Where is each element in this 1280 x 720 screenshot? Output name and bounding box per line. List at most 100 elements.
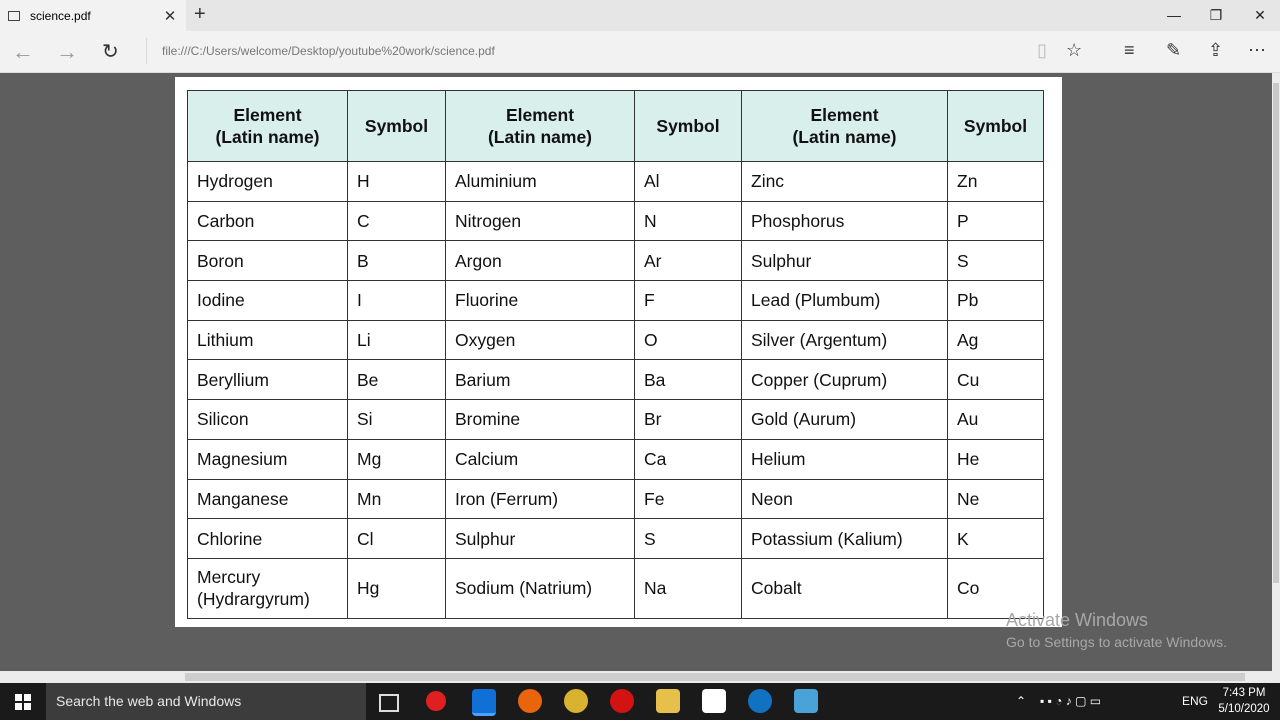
- refresh-icon[interactable]: ↻: [102, 39, 119, 64]
- hp-icon[interactable]: [748, 689, 772, 713]
- symbol-cell: Br: [634, 399, 742, 440]
- element-name-cell: Argon: [445, 240, 635, 282]
- symbol-cell: Au: [947, 399, 1044, 440]
- symbol-cell: Al: [634, 161, 742, 202]
- element-name-cell: Lead (Plumbum): [741, 280, 948, 321]
- symbol-cell: I: [347, 280, 446, 321]
- symbol-cell: Ag: [947, 319, 1044, 361]
- element-name-cell: Lithium: [187, 319, 348, 361]
- symbol-cell: B: [347, 240, 446, 282]
- table-row: Mercury (Hydrargyrum) Hg Sodium (Natrium) N…: [187, 557, 1044, 619]
- symbol-cell: S: [947, 240, 1044, 282]
- file-explorer-icon[interactable]: [656, 689, 680, 713]
- symbol-cell: Be: [347, 359, 446, 401]
- symbol-cell: Ne: [947, 478, 1044, 520]
- element-name-cell: Aluminium: [445, 161, 635, 202]
- element-name-cell: Silver (Argentum): [741, 319, 948, 361]
- taskbar-search-box[interactable]: Search the web and Windows: [46, 683, 366, 720]
- close-tab-icon[interactable]: ✕: [160, 7, 180, 25]
- windows-logo-icon: [15, 693, 31, 710]
- symbol-cell: Hg: [347, 557, 446, 619]
- symbol-cell: S: [634, 518, 742, 559]
- element-name-cell: Iodine: [187, 280, 348, 321]
- vertical-scroll-thumb[interactable]: [1273, 83, 1279, 583]
- element-name-cell: Magnesium: [187, 438, 348, 480]
- symbol-cell: Ar: [634, 240, 742, 282]
- hub-icon[interactable]: ≡: [1124, 40, 1135, 61]
- element-name-cell: Oxygen: [445, 319, 635, 361]
- symbol-cell: F: [634, 280, 742, 321]
- horizontal-scroll-thumb[interactable]: [185, 673, 1245, 681]
- symbol-cell: H: [347, 161, 446, 202]
- maximize-button[interactable]: ❐: [1194, 0, 1238, 31]
- symbol-cell: N: [634, 200, 742, 242]
- pdf-viewer: Element (Latin name) Symbol Element (Latin…: [0, 73, 1272, 671]
- start-button[interactable]: [0, 683, 46, 720]
- vertical-scrollbar[interactable]: [1272, 73, 1280, 671]
- close-window-button[interactable]: ✕: [1238, 0, 1280, 31]
- tray-app-icons[interactable]: ▪ ▪ ◔ ♪ ▢ ▭: [1040, 683, 1101, 720]
- new-tab-button[interactable]: +: [194, 3, 206, 26]
- vlc-icon[interactable]: [564, 689, 588, 713]
- symbol-cell: Na: [634, 557, 742, 619]
- clock-date: 5/10/2020: [1218, 703, 1270, 715]
- more-icon[interactable]: ⋯: [1248, 40, 1266, 61]
- element-name-cell: Nitrogen: [445, 200, 635, 242]
- back-icon[interactable]: ←: [12, 39, 34, 65]
- forward-icon[interactable]: →: [56, 39, 78, 65]
- edge-icon[interactable]: [472, 689, 496, 716]
- element-name-cell: Phosphorus: [741, 200, 948, 242]
- symbol-header: Symbol: [947, 90, 1044, 162]
- element-name-cell: Potassium (Kalium): [741, 518, 948, 559]
- symbol-cell: K: [947, 518, 1044, 559]
- table-row: Manganese Mn Iron (Ferrum) Fe Neon Ne: [187, 478, 1044, 520]
- url-field[interactable]: file:///C:/Users/welcome/Desktop/youtube…: [146, 38, 495, 64]
- element-name-cell: Hydrogen: [187, 161, 348, 202]
- table-row: Lithium Li Oxygen O Silver (Argentum) Ag: [187, 319, 1044, 361]
- symbol-header: Symbol: [347, 90, 446, 162]
- activate-windows-title: Activate Windows: [1006, 610, 1149, 630]
- language-indicator[interactable]: ENG: [1182, 683, 1208, 720]
- firefox-icon[interactable]: [518, 689, 542, 713]
- activate-windows-subtitle: Go to Settings to activate Windows.: [1006, 634, 1227, 650]
- element-name-cell: Zinc: [741, 161, 948, 202]
- store-icon[interactable]: [702, 689, 726, 713]
- element-name-cell: Beryllium: [187, 359, 348, 401]
- minimize-button[interactable]: —: [1152, 0, 1196, 31]
- element-header: Element (Latin name): [187, 90, 348, 162]
- reading-view-icon[interactable]: ▯: [1037, 40, 1047, 61]
- horizontal-scrollbar[interactable]: [0, 671, 1280, 683]
- recorder-icon[interactable]: [426, 691, 446, 711]
- symbol-cell: Si: [347, 399, 446, 440]
- element-name-cell: Barium: [445, 359, 635, 401]
- element-name-cell: Calcium: [445, 438, 635, 480]
- element-name-cell: Silicon: [187, 399, 348, 440]
- task-view-icon[interactable]: [379, 694, 399, 712]
- web-note-icon[interactable]: ✎: [1166, 40, 1181, 61]
- share-icon[interactable]: ⇪: [1208, 40, 1223, 61]
- symbol-cell: Cl: [347, 518, 446, 559]
- symbol-cell: Fe: [634, 478, 742, 520]
- symbol-cell: Ca: [634, 438, 742, 480]
- element-name-cell: Bromine: [445, 399, 635, 440]
- opera-icon[interactable]: [610, 689, 634, 713]
- symbol-cell: Mn: [347, 478, 446, 520]
- symbol-cell: O: [634, 319, 742, 361]
- element-name-cell: Manganese: [187, 478, 348, 520]
- element-name-cell: Fluorine: [445, 280, 635, 321]
- app-icon[interactable]: [794, 689, 818, 713]
- table-row: Magnesium Mg Calcium Ca Helium He: [187, 438, 1044, 480]
- table-row: Silicon Si Bromine Br Gold (Aurum) Au: [187, 399, 1044, 440]
- element-name-cell: Chlorine: [187, 518, 348, 559]
- clock[interactable]: 7:43 PM 5/10/2020: [1216, 685, 1272, 717]
- element-name-cell: Cobalt: [741, 557, 948, 619]
- symbol-cell: C: [347, 200, 446, 242]
- table-row: Iodine I Fluorine F Lead (Plumbum) Pb: [187, 280, 1044, 321]
- tab-science-pdf[interactable]: science.pdf ✕: [0, 0, 186, 31]
- element-name-cell: Sulphur: [445, 518, 635, 559]
- tray-overflow-icon[interactable]: ⌃: [1016, 683, 1026, 720]
- table-row: Boron B Argon Ar Sulphur S: [187, 240, 1044, 282]
- element-name-cell: Sodium (Natrium): [445, 557, 635, 619]
- tab-title: science.pdf: [30, 8, 91, 23]
- favorite-star-icon[interactable]: ☆: [1066, 40, 1082, 61]
